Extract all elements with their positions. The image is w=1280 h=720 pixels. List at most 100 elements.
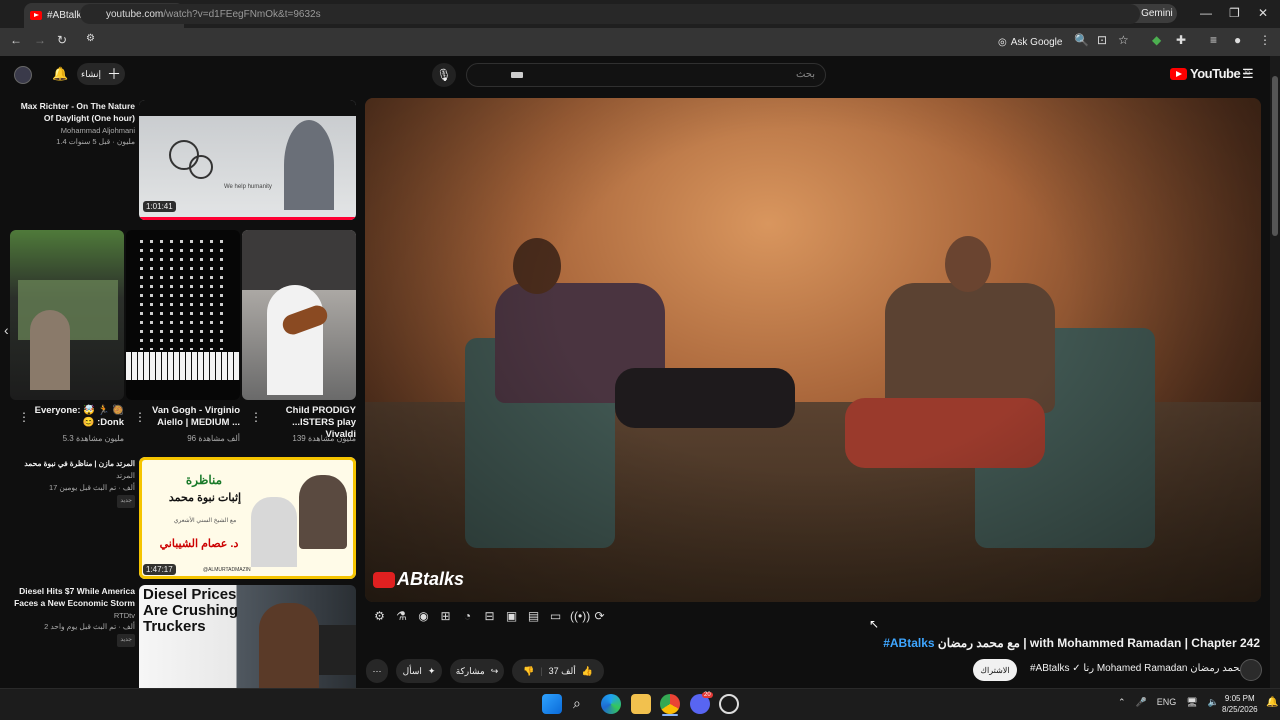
recommendation-title-2[interactable]: المرتد مازن | مناظرة في نبوة محمد	[10, 458, 135, 470]
new-badge-label: جديد	[117, 495, 135, 508]
zoom-icon[interactable]: 🔍	[1074, 33, 1089, 47]
watch-progress-bar	[139, 217, 356, 220]
add-icon[interactable]: ⊞	[438, 609, 453, 627]
loop-segment-icon[interactable]: ⊟	[482, 609, 497, 627]
recommendation-meta-1: 1.4 مليون · قبل 5 سنوات	[56, 137, 135, 146]
chrome-icon[interactable]	[660, 694, 680, 714]
create-label: إنشاء	[80, 68, 101, 79]
video-player[interactable]: ABtalks	[365, 98, 1261, 602]
ask-google-button[interactable]: ◎ Ask Google	[998, 33, 1062, 51]
install-app-icon[interactable]: ⊡	[1097, 33, 1107, 47]
theater-mode-icon[interactable]: ▭	[548, 609, 563, 627]
notifications-bell-icon[interactable]: 🔔	[52, 66, 68, 82]
account-avatar[interactable]	[14, 66, 32, 84]
flask-icon[interactable]: ⚗	[394, 609, 409, 627]
language-indicator[interactable]: ENG	[1157, 697, 1177, 708]
profile-avatar-icon[interactable]: ●	[1234, 33, 1241, 47]
subscribe-label: الاشتراك	[980, 665, 1010, 675]
forward-icon[interactable]: →	[34, 33, 46, 47]
dislike-icon[interactable]: 👎	[523, 666, 534, 677]
browser-menu-icon[interactable]: ⋮	[1259, 33, 1271, 47]
search-placeholder: بحث	[795, 69, 815, 80]
recommendation-meta-3: 2 ألف · تم البث قبل يوم واحد	[44, 622, 135, 631]
short-views-3: 139 مليون مشاهدة	[292, 434, 356, 443]
short-2-menu-icon[interactable]: ⋮	[134, 410, 146, 424]
picture-in-picture-icon[interactable]: ▣	[504, 609, 519, 627]
thumb2-line-2: إثبات نبوة محمد	[168, 492, 242, 504]
file-explorer-icon[interactable]	[631, 694, 651, 714]
more-actions-icon[interactable]: ⋯	[366, 659, 388, 683]
site-info-icon[interactable]: ⚙	[86, 33, 95, 44]
like-count[interactable]: 37 ألف	[549, 666, 576, 677]
screenshot-camera-icon[interactable]: ◉	[416, 609, 431, 627]
recommendation-thumbnail-2[interactable]: مناظرة إثبات نبوة محمد مع الشيخ السني ال…	[139, 457, 356, 579]
volume-icon[interactable]: 🔈	[1208, 697, 1219, 708]
short-1-menu-icon[interactable]: ⋮	[18, 410, 30, 424]
short-3-menu-icon[interactable]: ⋮	[250, 410, 262, 424]
steam-like-app-icon[interactable]	[719, 694, 739, 714]
shorts-prev-arrow-icon[interactable]: ‹	[4, 322, 9, 338]
speed-icon[interactable]: ◔	[460, 609, 475, 627]
microphone-icon[interactable]: 🎤	[1136, 697, 1147, 708]
recommendation-channel-1[interactable]: Mohammad Aljohmani	[10, 125, 135, 136]
edge-browser-icon[interactable]	[601, 694, 621, 714]
short2-notes	[140, 240, 226, 350]
repeat-icon[interactable]: ⟳	[592, 609, 607, 627]
reading-list-icon[interactable]: ≡	[1210, 33, 1217, 47]
discord-notification-badge: 20	[702, 692, 713, 698]
plus-icon: ＋	[107, 66, 121, 82]
channel-name[interactable]: #ABtalks ✓ رنا Mohamed Ramadan محمد رمضا…	[1030, 663, 1256, 674]
reload-icon[interactable]: ↻	[57, 33, 67, 47]
video-title: #ABtalks مع محمد رمضان | with Mohammed R…	[883, 636, 1260, 650]
ask-button[interactable]: اسأل ✦	[396, 659, 442, 683]
windows-start-icon[interactable]	[542, 694, 562, 714]
minimize-icon[interactable]: —	[1200, 6, 1212, 20]
short-title-1[interactable]: Everyone: 🤯 🏃 🥘 😊 :Donk	[30, 405, 124, 429]
active-app-indicator	[662, 714, 678, 716]
guide-menu-icon[interactable]: ☰	[1242, 66, 1254, 82]
back-icon[interactable]: ←	[10, 33, 22, 47]
recommendation-thumbnail-3[interactable]: Diesel Prices Are Crushing Truckers	[139, 585, 356, 688]
network-icon[interactable]: 🖥	[1186, 697, 1197, 708]
recommendation-title-3[interactable]: Diesel Hits $7 While America Faces a New…	[10, 585, 135, 609]
youtube-logo[interactable]: YouTube JO	[1170, 66, 1250, 81]
short-thumbnail-1[interactable]	[10, 230, 124, 400]
short-title-2[interactable]: Van Gogh - Virginio Aiello | MEDIUM ...	[146, 405, 240, 429]
recommendation-thumbnail-1[interactable]: We help humanity 1:01:41	[139, 100, 356, 220]
restore-icon[interactable]: ❐	[1229, 6, 1240, 20]
taskbar-search-icon[interactable]: ⌕	[573, 695, 581, 712]
keyboard-icon[interactable]	[511, 72, 523, 78]
scrollbar-thumb[interactable]	[1272, 76, 1278, 236]
cinema-icon[interactable]: ▤	[526, 609, 541, 627]
like-dislike-group: 👎 | 37 ألف 👍	[512, 659, 604, 683]
tray-overflow-chevron-icon[interactable]: ⌃	[1118, 697, 1126, 708]
short3-audience	[242, 230, 356, 290]
audio-broadcast-icon[interactable]: ((•))	[570, 609, 590, 627]
recommendation-meta-2: 17 ألف · تم البث قبل يومين	[48, 483, 135, 492]
bookmark-star-icon[interactable]: ☆	[1118, 33, 1129, 47]
like-icon[interactable]: 👍	[582, 666, 593, 677]
channel-avatar[interactable]	[1240, 659, 1262, 681]
address-bar[interactable]: youtube.com/watch?v=d1FEegFNmOk&t=9632s	[80, 4, 1140, 24]
create-button[interactable]: إنشاء ＋	[77, 63, 125, 85]
share-button[interactable]: مشاركة ↪	[450, 659, 504, 683]
thumb2-person-2	[299, 475, 347, 549]
thumb2-line-3: مع الشيخ السني الأشعري	[173, 518, 237, 524]
search-input[interactable]: بحث	[466, 63, 826, 87]
taskbar-clock[interactable]: 9:05 PM 8/25/2026	[1222, 693, 1258, 715]
recommendation-channel-2[interactable]: المرتد	[10, 470, 135, 481]
notification-bell-icon[interactable]: 🔔	[1266, 697, 1278, 708]
extension-shield-icon[interactable]: ◆	[1152, 33, 1161, 47]
short-thumbnail-2[interactable]	[126, 230, 240, 400]
short-thumbnail-3[interactable]	[242, 230, 356, 400]
settings-gear-icon[interactable]: ⚙	[372, 609, 387, 627]
voice-search-mic-icon[interactable]: 🎙	[432, 63, 456, 87]
title-hashtag[interactable]: #ABtalks	[883, 636, 934, 650]
close-window-icon[interactable]: ✕	[1258, 6, 1268, 20]
recommendation-channel-3[interactable]: RTDtv	[10, 610, 135, 621]
recommendation-title-1[interactable]: Max Richter - On The Nature Of Daylight …	[10, 100, 135, 124]
extensions-puzzle-icon[interactable]: ✚	[1176, 33, 1186, 47]
page-scrollbar[interactable]	[1270, 56, 1280, 688]
short-views-2: 96 ألف مشاهدة	[187, 434, 240, 443]
subscribe-button[interactable]: الاشتراك	[973, 659, 1017, 681]
